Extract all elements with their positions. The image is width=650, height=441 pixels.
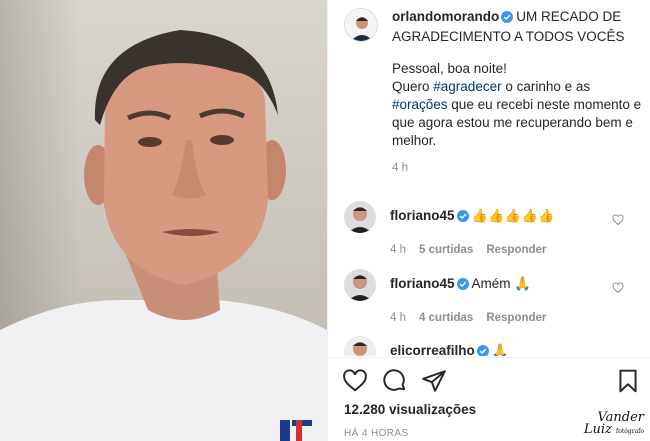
reply-button[interactable]: Responder	[486, 312, 546, 324]
comment-time: 4 h	[390, 312, 406, 324]
comment-like-heart-icon[interactable]	[612, 281, 624, 299]
posted-time: HÁ 4 HORAS	[344, 428, 409, 439]
author-avatar[interactable]	[344, 8, 378, 42]
video-frame-person	[0, 30, 327, 441]
post-body: Pessoal, boa noite! Quero #agradecer o c…	[392, 60, 642, 150]
post-body-greeting: Pessoal, boa noite!	[392, 61, 507, 76]
hashtag-link-oracoes[interactable]: #orações	[392, 97, 448, 112]
watermark: Vander Luiz fotógrafo	[583, 411, 644, 438]
comment-text: Amém 🙏	[471, 276, 532, 291]
comment-icon[interactable]	[382, 368, 408, 394]
commenter-avatar[interactable]	[344, 336, 376, 356]
comment-item: floriano45 👍👍👍👍👍 4 h 5 curtidas Responder	[344, 201, 642, 256]
post-timestamp: 4 h	[392, 162, 408, 174]
comment-likes[interactable]: 4 curtidas	[419, 312, 473, 324]
commenter-avatar[interactable]	[344, 201, 376, 233]
post-body-text: o carinho e as	[501, 79, 591, 94]
post-panel: orlandomorando UM RECADO DE AGRADECIMENTO…	[327, 0, 650, 441]
video-player[interactable]	[0, 0, 327, 441]
watermark-small: fotógrafo	[616, 428, 644, 435]
comment-time: 4 h	[390, 244, 406, 256]
bookmark-icon[interactable]	[615, 368, 641, 394]
comment-item: floriano45 Amém 🙏 4 h 4 curtidas Responde…	[344, 269, 642, 324]
commenter-avatar[interactable]	[344, 269, 376, 301]
commenter-username[interactable]: floriano45	[390, 208, 455, 223]
heart-icon[interactable]	[342, 368, 368, 394]
comment-like-heart-icon[interactable]	[612, 213, 624, 231]
author-username[interactable]: orlandomorando	[392, 9, 499, 24]
verified-icon	[501, 10, 514, 28]
verified-icon	[456, 277, 469, 295]
watermark-line2: Luiz	[583, 422, 612, 437]
hashtag-link-agradecer[interactable]: #agradecer	[433, 79, 501, 94]
comment-item: elicorreafilho 🙏	[344, 336, 642, 356]
post-caption: orlandomorando UM RECADO DE AGRADECIMENTO…	[344, 8, 642, 174]
comment-text: 👍👍👍👍👍	[471, 209, 555, 224]
comment-text: 🙏	[491, 343, 509, 356]
view-count[interactable]: 12.280 visualizações	[344, 402, 476, 417]
share-icon[interactable]	[421, 368, 447, 394]
comment-meta: 4 h 5 curtidas Responder	[390, 244, 642, 256]
reply-button[interactable]: Responder	[486, 244, 546, 256]
commenter-username[interactable]: floriano45	[390, 276, 455, 291]
verified-icon	[476, 344, 489, 356]
verified-icon	[456, 209, 469, 227]
post-body-quero: Quero	[392, 79, 434, 94]
comment-likes[interactable]: 5 curtidas	[419, 244, 473, 256]
comment-meta: 4 h 4 curtidas Responder	[390, 312, 642, 324]
commenter-username[interactable]: elicorreafilho	[390, 343, 475, 356]
